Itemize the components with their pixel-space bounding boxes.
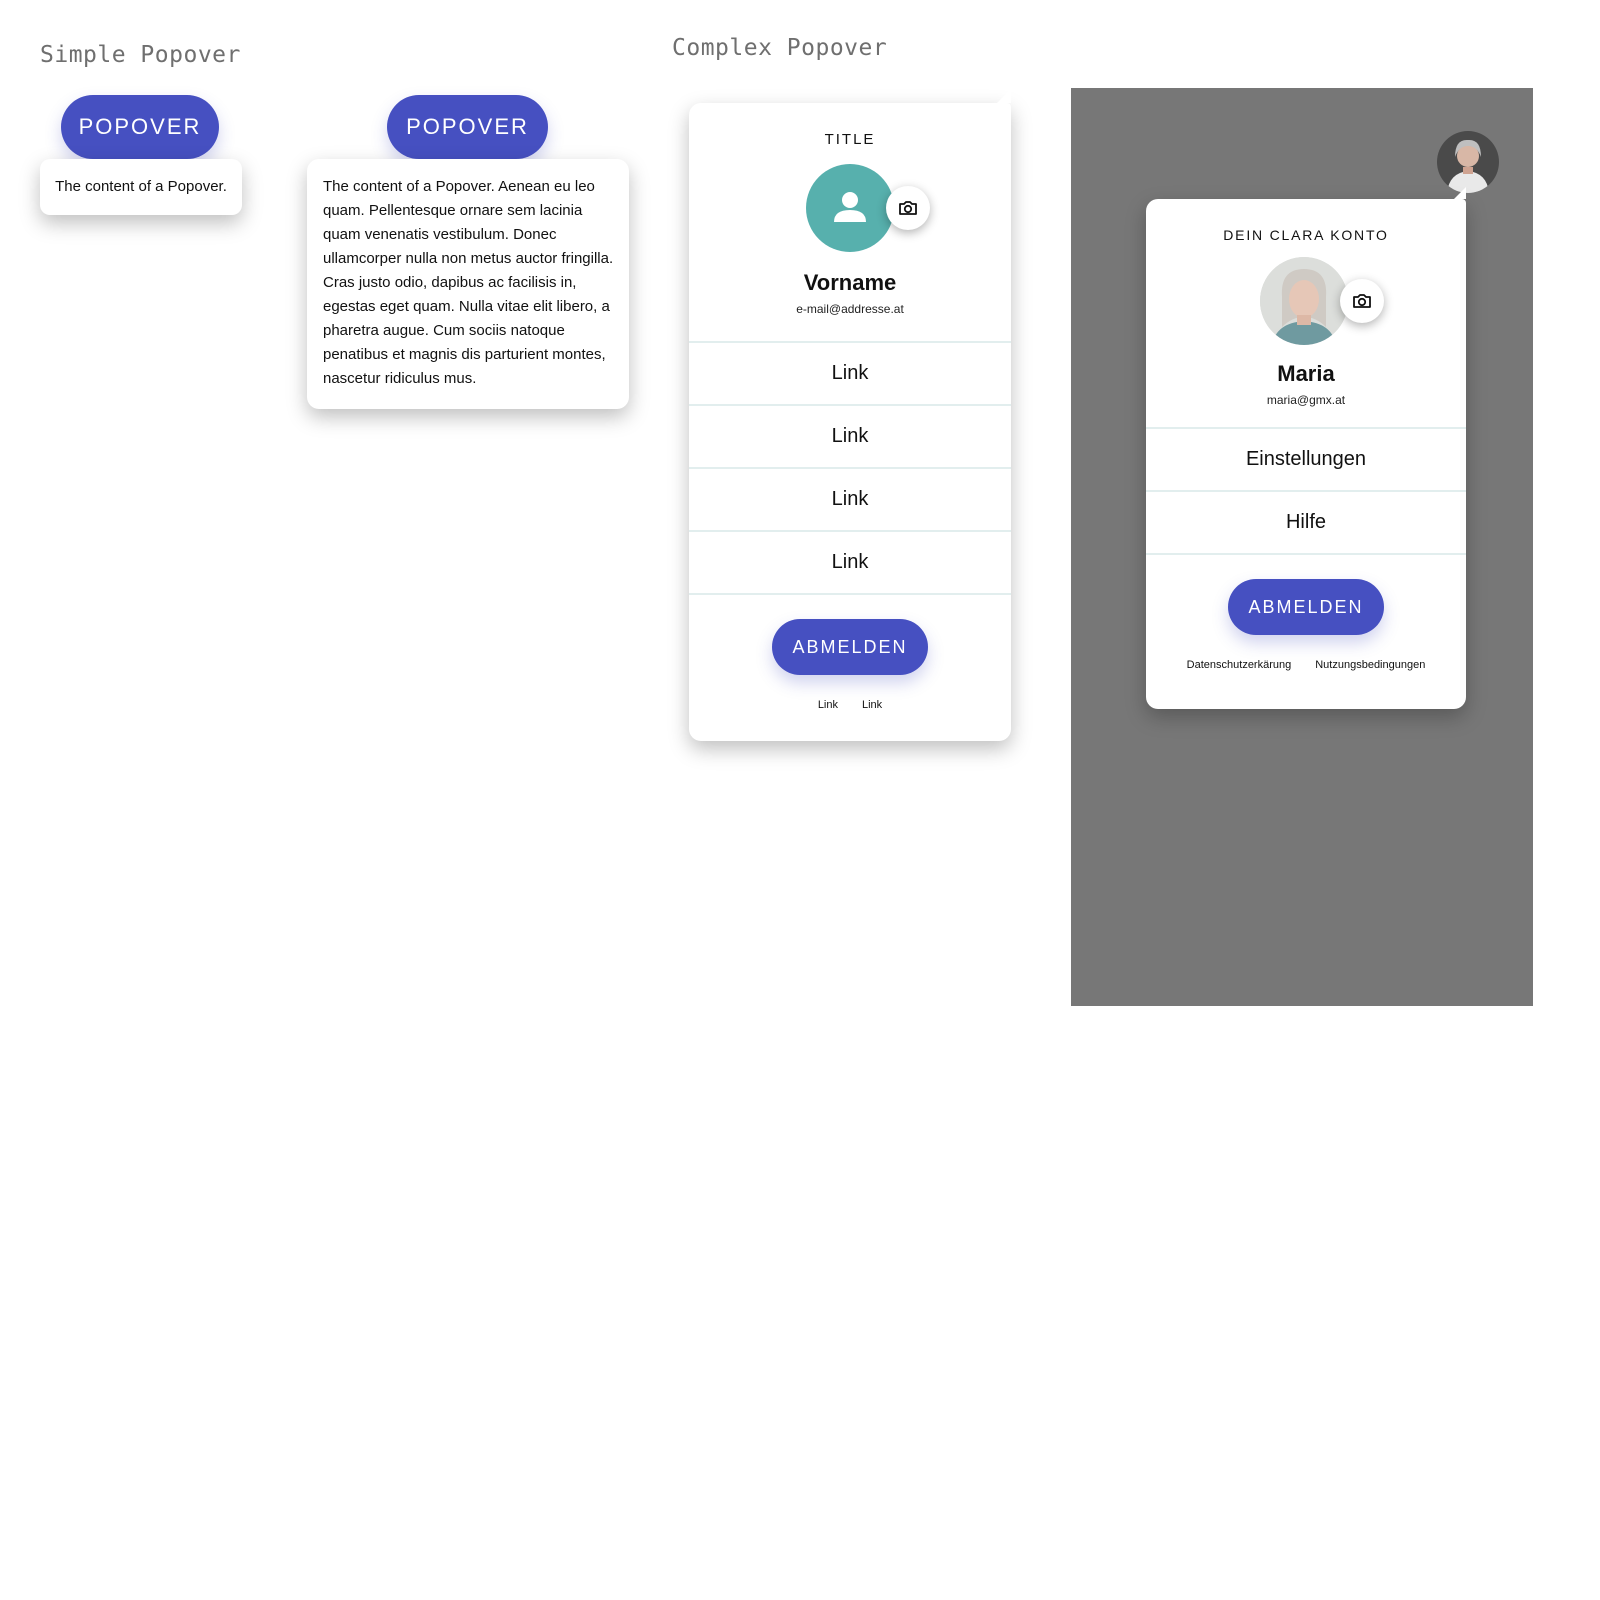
menu-link-3[interactable]: Link [689, 467, 1011, 530]
simple-popover-short: The content of a Popover. [40, 159, 242, 215]
complex-popover-heading: Complex Popover [672, 35, 888, 61]
complex-popover-template: TITLE Vorname e-mail@addresse.at Link Li… [689, 89, 1011, 741]
logout-button[interactable]: ABMELDEN [772, 619, 928, 675]
camera-icon [899, 201, 917, 215]
user-name: Vorname [803, 270, 897, 295]
terms-link[interactable]: Nutzungsbedingungen [1315, 659, 1425, 671]
user-email: e-mail@addresse.at [796, 302, 904, 316]
account-popover: DEIN CLARA KONTO Maria maria@gmx.at Eins… [1146, 187, 1466, 709]
popover-title: TITLE [824, 131, 876, 148]
backdrop-overlay[interactable]: DEIN CLARA KONTO Maria maria@gmx.at Eins… [1071, 88, 1533, 1006]
settings-link[interactable]: Einstellungen [1146, 427, 1466, 490]
link-list: Link Link Link Link [689, 341, 1011, 595]
avatar [1260, 257, 1348, 345]
user-photo [1260, 257, 1348, 345]
camera-icon [1353, 294, 1371, 308]
popover-button-label: POPOVER [78, 114, 202, 139]
menu-link-4[interactable]: Link [689, 530, 1011, 595]
footer-links: Datenschutzerkärung Nutzungsbedingungen [1146, 659, 1466, 671]
simple-popover-heading: Simple Popover [40, 42, 241, 68]
link-list: Einstellungen Hilfe [1146, 427, 1466, 555]
avatar [806, 164, 894, 252]
simple-popover-long: The content of a Popover. Aenean eu leo … [307, 159, 629, 409]
popover-button-label: POPOVER [406, 114, 529, 139]
footer-links: Link Link [689, 699, 1011, 711]
change-photo-button[interactable] [1340, 279, 1384, 323]
avatar-wrapper [806, 164, 930, 252]
logout-button[interactable]: ABMELDEN [1228, 579, 1384, 635]
logout-area: ABMELDEN [1146, 555, 1466, 635]
privacy-link[interactable]: Datenschutzerkärung [1187, 659, 1292, 671]
user-email: maria@gmx.at [1266, 393, 1346, 407]
popover-button-short[interactable]: POPOVER [61, 95, 219, 159]
logout-area: ABMELDEN [689, 595, 1011, 675]
avatar-wrapper [1260, 257, 1384, 345]
person-icon [834, 192, 866, 222]
popover-arrow [1454, 187, 1466, 199]
footer-link-1[interactable]: Link [818, 699, 838, 711]
menu-link-2[interactable]: Link [689, 404, 1011, 467]
user-photo [1447, 139, 1489, 193]
logout-button-label: ABMELDEN [1248, 596, 1364, 617]
popover-content: The content of a Popover. [55, 178, 227, 195]
popover-button-long[interactable]: POPOVER [387, 95, 548, 159]
popover-title: DEIN CLARA KONTO [1223, 227, 1389, 243]
popover-arrow [997, 89, 1011, 103]
user-name: Maria [1277, 361, 1335, 386]
logout-button-label: ABMELDEN [792, 636, 908, 657]
popover-content: The content of a Popover. Aenean eu leo … [323, 178, 614, 387]
account-avatar-trigger[interactable] [1437, 131, 1499, 193]
menu-link-1[interactable]: Link [689, 341, 1011, 404]
footer-link-2[interactable]: Link [862, 699, 882, 711]
help-link[interactable]: Hilfe [1146, 490, 1466, 555]
change-photo-button[interactable] [886, 186, 930, 230]
